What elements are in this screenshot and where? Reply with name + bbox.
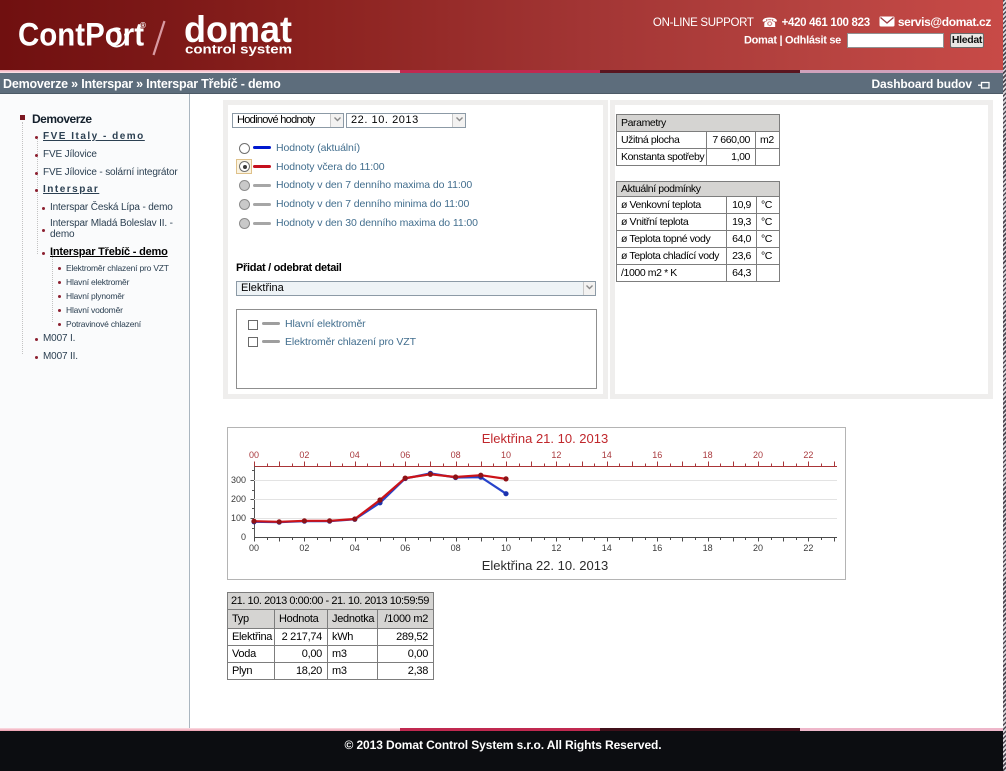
svg-text:300: 300	[231, 475, 246, 485]
svg-text:00: 00	[249, 450, 259, 460]
svg-text:12: 12	[551, 543, 561, 553]
svg-text:04: 04	[350, 543, 360, 553]
svg-text:06: 06	[400, 450, 410, 460]
svg-text:06: 06	[400, 543, 410, 553]
svg-text:02: 02	[299, 543, 309, 553]
svg-text:16: 16	[652, 450, 662, 460]
svg-text:18: 18	[703, 450, 713, 460]
svg-text:14: 14	[602, 450, 612, 460]
svg-text:08: 08	[451, 543, 461, 553]
svg-text:16: 16	[652, 543, 662, 553]
svg-text:22: 22	[803, 450, 813, 460]
svg-text:200: 200	[231, 494, 246, 504]
svg-text:08: 08	[451, 450, 461, 460]
svg-text:18: 18	[703, 543, 713, 553]
svg-text:14: 14	[602, 543, 612, 553]
svg-text:20: 20	[753, 450, 763, 460]
svg-text:20: 20	[753, 543, 763, 553]
svg-text:Elektřina 22. 10. 2013: Elektřina 22. 10. 2013	[482, 558, 608, 573]
svg-text:100: 100	[231, 513, 246, 523]
svg-text:04: 04	[350, 450, 360, 460]
svg-text:22: 22	[803, 543, 813, 553]
svg-text:®: ®	[140, 21, 146, 30]
svg-text:Elektřina 21. 10. 2013: Elektřina 21. 10. 2013	[482, 431, 608, 446]
svg-text:10: 10	[501, 543, 511, 553]
svg-text:0: 0	[241, 532, 246, 542]
svg-text:control system: control system	[185, 42, 292, 57]
svg-text:10: 10	[501, 450, 511, 460]
svg-text:00: 00	[249, 543, 259, 553]
svg-text:12: 12	[551, 450, 561, 460]
svg-text:02: 02	[299, 450, 309, 460]
